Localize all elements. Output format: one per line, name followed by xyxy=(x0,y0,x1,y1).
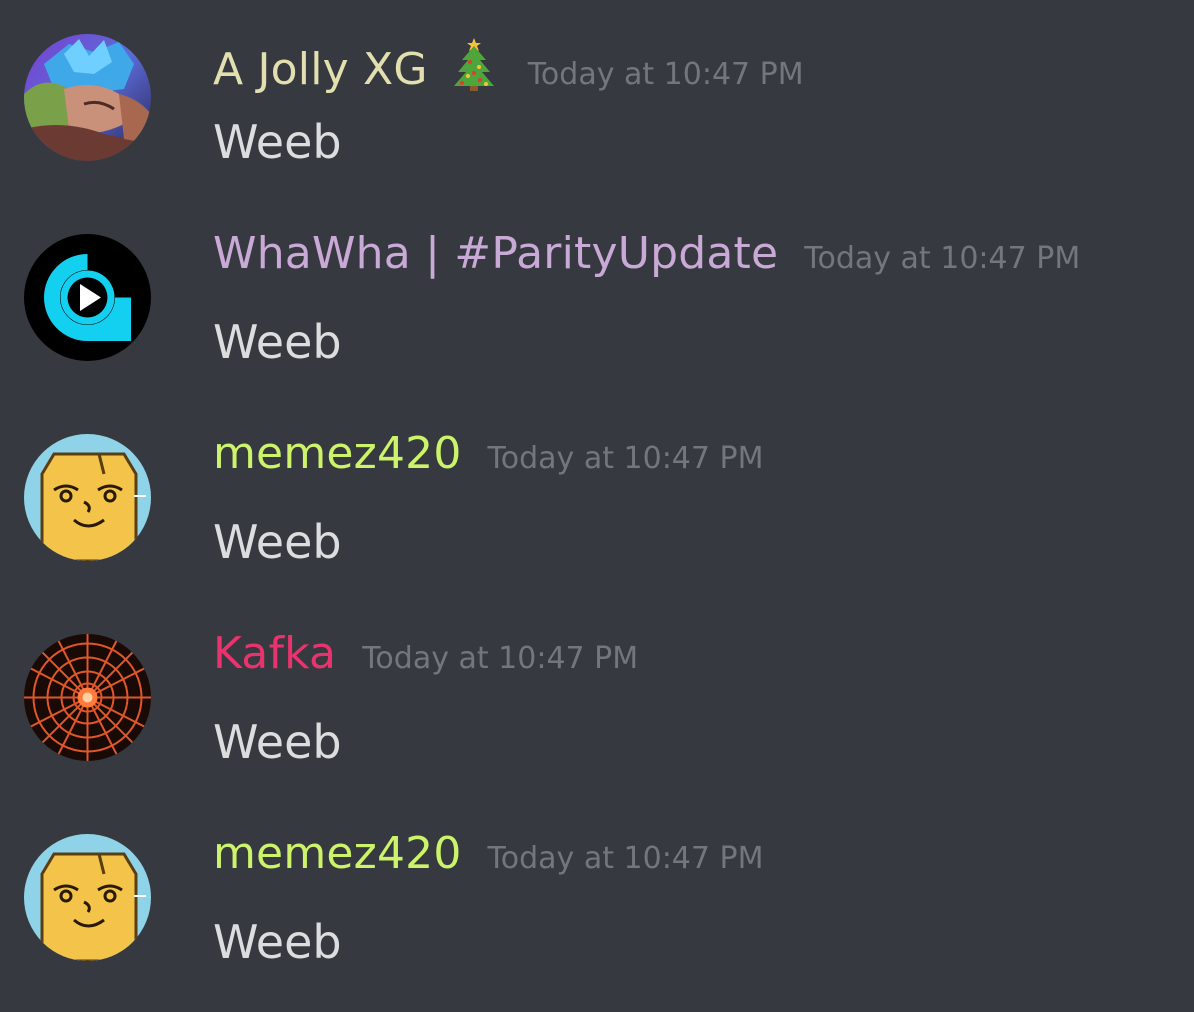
message-text: Weeb xyxy=(213,115,342,169)
username[interactable]: memez420 xyxy=(213,828,462,879)
timestamp: Today at 10:47 PM xyxy=(527,57,804,92)
message-header: A Jolly XG Today at 10:47 PM xyxy=(213,28,804,95)
username[interactable]: A Jolly XG xyxy=(213,44,428,95)
chat-message-list: A Jolly XG Today at 10:47 PM Weeb WhaWha… xyxy=(0,0,1194,1012)
orange-web-avatar-icon[interactable] xyxy=(24,634,151,761)
username[interactable]: WhaWha | #ParityUpdate xyxy=(213,228,778,279)
message-text: Weeb xyxy=(213,515,342,569)
timestamp: Today at 10:47 PM xyxy=(804,241,1081,276)
message-item: memez420 Today at 10:47 PM Weeb xyxy=(0,800,1194,1000)
message-item: WhaWha | #ParityUpdate Today at 10:47 PM… xyxy=(0,200,1194,400)
message-header: WhaWha | #ParityUpdate Today at 10:47 PM xyxy=(213,228,1080,279)
timestamp: Today at 10:47 PM xyxy=(487,841,764,876)
message-header: memez420 Today at 10:47 PM xyxy=(213,428,764,479)
timestamp: Today at 10:47 PM xyxy=(487,441,764,476)
username[interactable]: memez420 xyxy=(213,428,462,479)
message-header: memez420 Today at 10:47 PM xyxy=(213,828,764,879)
lenny-face-avatar-icon[interactable] xyxy=(24,434,151,561)
message-text: Weeb xyxy=(213,315,342,369)
message-item: A Jolly XG Today at 10:47 PM Weeb xyxy=(0,0,1194,200)
timestamp: Today at 10:47 PM xyxy=(362,641,639,676)
username[interactable]: Kafka xyxy=(213,628,336,679)
lenny-face-avatar-icon[interactable] xyxy=(24,834,151,961)
message-text: Weeb xyxy=(213,915,342,969)
play-logo-avatar-icon[interactable] xyxy=(24,234,151,361)
message-item: memez420 Today at 10:47 PM Weeb xyxy=(0,400,1194,600)
message-item: Kafka Today at 10:47 PM Weeb xyxy=(0,600,1194,800)
message-header: Kafka Today at 10:47 PM xyxy=(213,628,638,679)
anime-avatar-icon[interactable] xyxy=(24,34,151,161)
christmas-tree-icon xyxy=(446,36,502,92)
message-text: Weeb xyxy=(213,715,342,769)
